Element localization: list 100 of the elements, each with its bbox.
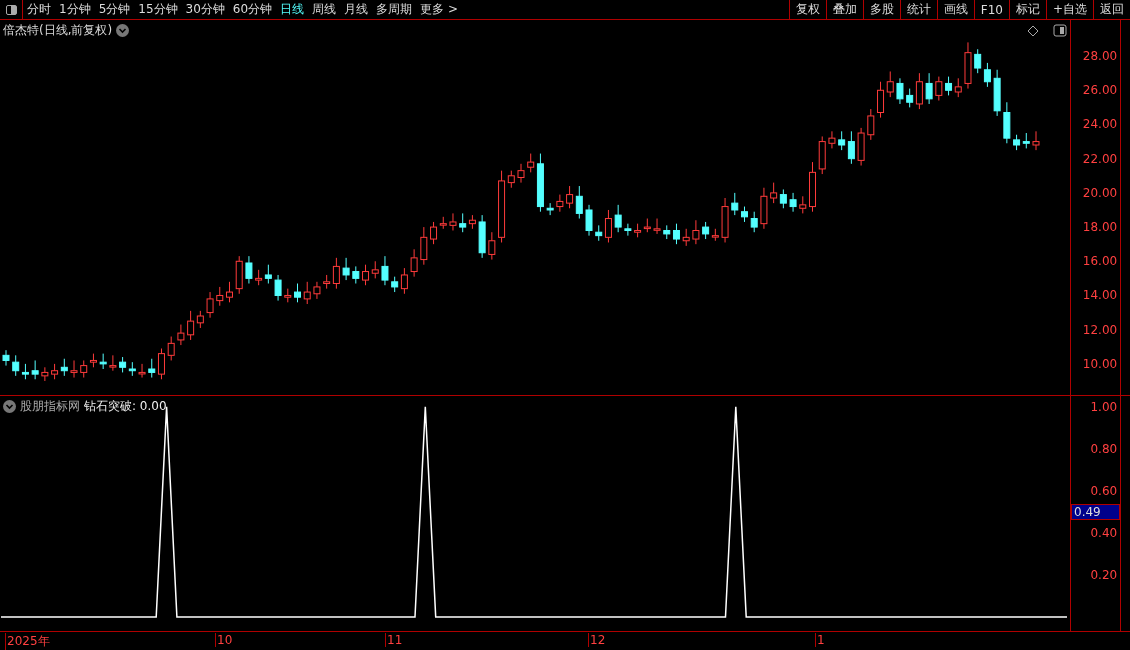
- candlestick: [838, 130, 846, 151]
- candlestick: [604, 209, 612, 243]
- candlestick: [877, 81, 885, 119]
- toolbar-button[interactable]: +自选: [1045, 0, 1093, 19]
- price-tick-label: 14.00: [1082, 288, 1118, 303]
- candlestick: [925, 72, 933, 105]
- toolbar-button[interactable]: 多股: [862, 0, 900, 19]
- toolbar-button[interactable]: 复权: [788, 0, 826, 19]
- indicator-source: 股朋指标网: [20, 398, 80, 415]
- price-tick-label: 22.00: [1082, 151, 1118, 166]
- candlestick: [2, 349, 10, 367]
- period-tab[interactable]: 15分钟: [134, 0, 182, 19]
- period-tab[interactable]: 月线: [340, 0, 373, 19]
- period-tab[interactable]: 1分钟: [55, 0, 95, 19]
- candlestick: [459, 212, 467, 233]
- candlestick: [332, 257, 340, 290]
- candlestick: [148, 358, 156, 379]
- candlestick: [624, 223, 632, 237]
- candlestick: [449, 212, 457, 231]
- price-tick-label: 18.00: [1082, 220, 1118, 235]
- candlestick: [342, 257, 350, 281]
- candlestick: [896, 77, 904, 105]
- candlestick: [954, 77, 962, 98]
- candlestick: [264, 264, 272, 285]
- dropdown-icon[interactable]: [116, 24, 130, 37]
- candlestick: [614, 204, 622, 233]
- candlestick: [187, 310, 195, 341]
- date-label: 1: [815, 633, 825, 647]
- candlestick: [167, 336, 175, 361]
- candlestick: [70, 359, 78, 379]
- toolbar-button[interactable]: 统计: [899, 0, 937, 19]
- candlestick: [527, 153, 535, 173]
- period-tab[interactable]: 周线: [308, 0, 341, 19]
- price-tick-label: 10.00: [1082, 356, 1118, 371]
- candlestick: [138, 363, 146, 379]
- candlestick: [225, 281, 233, 303]
- candlestick: [585, 204, 593, 237]
- period-tab[interactable]: 多周期: [372, 0, 417, 19]
- indicator-tick-label: 0.80: [1090, 441, 1118, 456]
- date-label: 10: [215, 633, 233, 647]
- price-tick-label: 28.00: [1082, 49, 1118, 64]
- candlestick: [400, 267, 408, 295]
- date-label: 11: [385, 633, 403, 647]
- period-tab[interactable]: 日线: [276, 0, 309, 19]
- candlestick: [177, 324, 185, 346]
- candlestick: [517, 163, 525, 184]
- toolbar-button[interactable]: F10: [973, 0, 1009, 19]
- candlestick: [906, 88, 914, 108]
- stock-title: 倍杰特(日线,前复权): [3, 22, 113, 39]
- candlestick: [274, 274, 282, 302]
- candlestick: [410, 248, 418, 278]
- candlestick: [731, 192, 739, 216]
- candlestick: [206, 291, 214, 319]
- candlestick: [886, 70, 894, 98]
- indicator-tick-label: 0.40: [1090, 525, 1118, 540]
- candlestick: [770, 182, 778, 204]
- indicator-reading: : 0.00: [132, 399, 167, 413]
- candlestick: [945, 76, 953, 96]
- toolbar-button[interactable]: 画线: [936, 0, 974, 19]
- cursor-value-label: 0.49: [1071, 504, 1121, 520]
- candlestick: [672, 223, 680, 245]
- indicator-tick-label: 0.60: [1090, 483, 1118, 498]
- price-tick-label: 16.00: [1082, 254, 1118, 269]
- candlestick: [828, 130, 836, 149]
- toolbar-button[interactable]: 叠加: [825, 0, 863, 19]
- price-tick-label: 12.00: [1082, 322, 1118, 337]
- candlestick: [430, 221, 438, 245]
- date-label: 12: [588, 633, 606, 647]
- candlestick: [750, 211, 758, 233]
- period-tab[interactable]: 30分钟: [181, 0, 229, 19]
- candlestick: [653, 218, 661, 235]
- candlestick: [556, 194, 564, 213]
- period-tab[interactable]: 更多 >: [416, 0, 462, 19]
- candlestick: [216, 286, 224, 307]
- candlestick: [157, 347, 165, 380]
- candlestick: [41, 366, 49, 382]
- candlestick: [983, 62, 991, 88]
- price-tick-label: 20.00: [1082, 185, 1118, 200]
- candlestick: [692, 219, 700, 245]
- indicator-tick-label: 1.00: [1090, 399, 1118, 414]
- panel-controls-icon[interactable]: [1028, 24, 1068, 38]
- candlestick: [12, 354, 20, 377]
- candlestick: [488, 231, 496, 261]
- candlestick: [935, 76, 943, 102]
- indicator-tick-label: 0.20: [1090, 567, 1118, 582]
- candlestick: [31, 359, 39, 380]
- price-tick-label: 24.00: [1082, 117, 1118, 132]
- period-tab[interactable]: 60分钟: [228, 0, 277, 19]
- candlestick: [779, 188, 787, 209]
- period-tab[interactable]: 分时: [23, 0, 55, 19]
- dropdown-icon[interactable]: [3, 400, 16, 413]
- period-tab[interactable]: 5分钟: [94, 0, 135, 19]
- toolbar-button[interactable]: 标记: [1008, 0, 1046, 19]
- candlestick: [362, 264, 370, 286]
- candlestick: [303, 281, 311, 305]
- candlestick: [420, 226, 428, 266]
- toolbar-button[interactable]: 返回: [1093, 0, 1130, 19]
- candlestick: [1032, 130, 1040, 151]
- price-tick-label: 26.00: [1082, 83, 1118, 98]
- candlestick: [847, 130, 855, 165]
